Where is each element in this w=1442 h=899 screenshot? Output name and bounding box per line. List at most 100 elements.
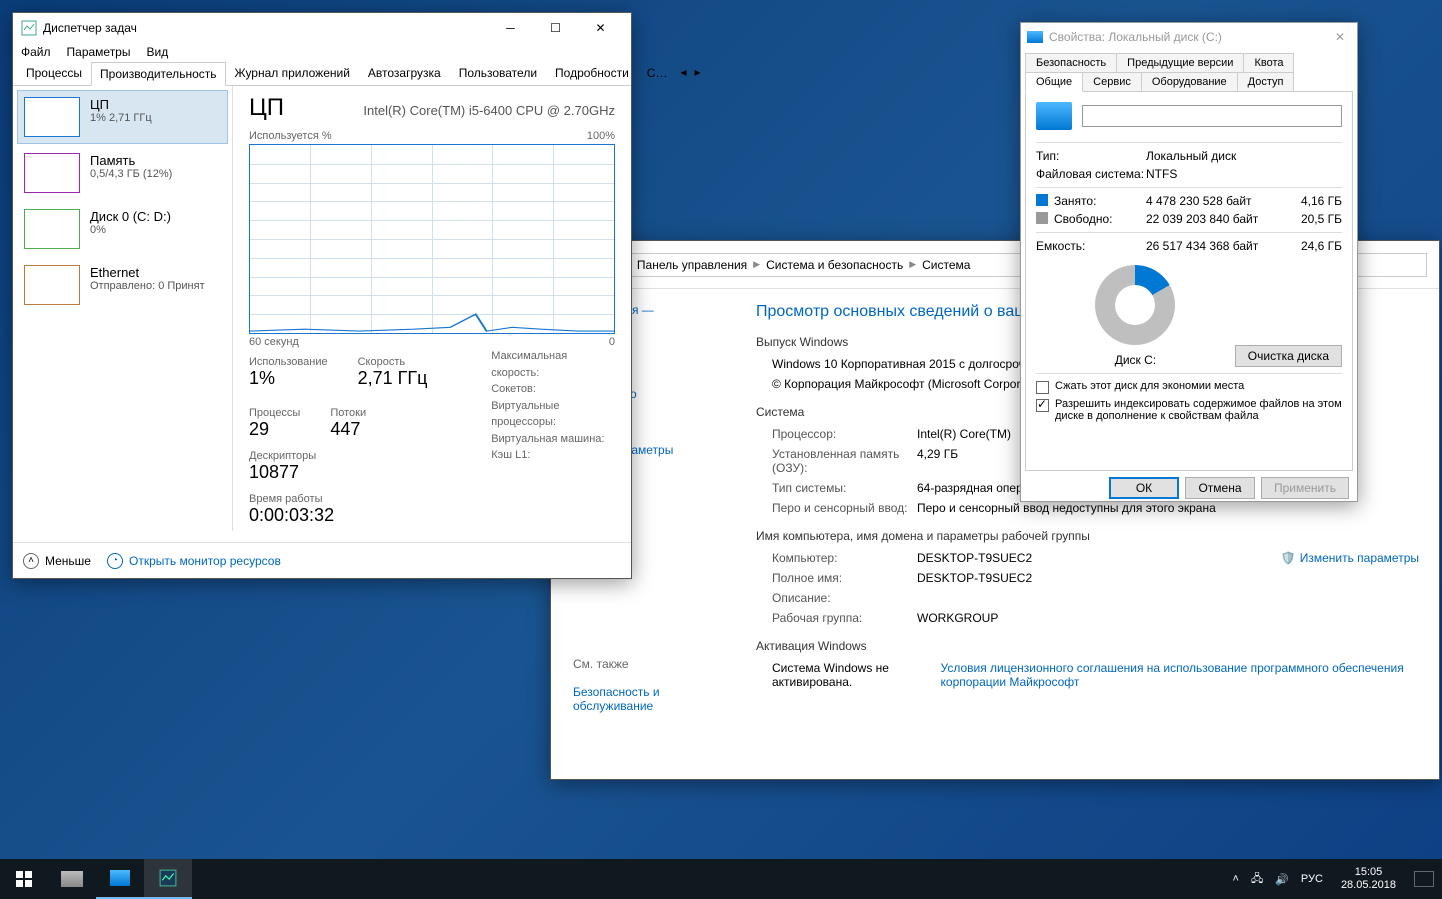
- sidebar-item-label: Диск 0 (C: D:): [90, 209, 221, 224]
- menubar: Файл Параметры Вид: [13, 43, 631, 61]
- field-value: Локальный диск: [1146, 149, 1342, 163]
- sidebar-item-label: ЦП: [90, 97, 221, 112]
- minimize-button[interactable]: ─: [488, 13, 533, 43]
- stat-label: Потоки: [330, 407, 366, 419]
- stat-label: Процессы: [249, 407, 300, 419]
- start-button[interactable]: [0, 859, 48, 899]
- field-value: WORKGROUP: [917, 611, 1419, 625]
- drive-label: Диск C:: [1036, 353, 1235, 367]
- sidebar-link[interactable]: Безопасность и обслуживание: [573, 685, 736, 713]
- network-icon[interactable]: 🖧: [1251, 870, 1263, 889]
- tab-processes[interactable]: Процессы: [17, 61, 91, 85]
- open-monitor-link[interactable]: ◔Открыть монитор ресурсов: [107, 553, 281, 569]
- sidebar-item-label: Память: [90, 153, 221, 168]
- tab-security[interactable]: Безопасность: [1025, 53, 1117, 73]
- tab-app-history[interactable]: Журнал приложений: [226, 61, 359, 85]
- close-button[interactable]: ✕: [578, 13, 623, 43]
- tab-services[interactable]: С…: [638, 61, 677, 85]
- cpu-side-stats: Максимальная скорость: Сокетов: Виртуаль…: [491, 348, 615, 536]
- sidebar-item-sub: 1% 2,71 ГГц: [90, 112, 221, 124]
- free-color-icon: [1036, 212, 1048, 224]
- fewer-details-link[interactable]: ˄Меньше: [23, 553, 91, 569]
- menu-file[interactable]: Файл: [21, 45, 51, 59]
- field-value: 4,16 ГБ: [1290, 194, 1342, 208]
- breadcrumb-item[interactable]: Система и безопасность: [766, 258, 903, 272]
- tab-scroll-right[interactable]: ▸: [691, 61, 705, 85]
- taskbar-app-system[interactable]: [96, 859, 144, 899]
- field-label: Занято:: [1054, 194, 1146, 208]
- tabbar: Безопасность Предыдущие версии Квота: [1021, 51, 1357, 72]
- tab-performance[interactable]: Производительность: [91, 62, 225, 86]
- tab-previous[interactable]: Предыдущие версии: [1116, 53, 1244, 73]
- ethernet-thumb-icon: [24, 265, 80, 305]
- drive-icon: [1027, 31, 1043, 43]
- section-heading: Имя компьютера, имя домена и параметры р…: [756, 529, 1419, 543]
- breadcrumb-item[interactable]: Система: [922, 258, 970, 272]
- performance-sidebar: ЦП1% 2,71 ГГц Память0,5/4,3 ГБ (12%) Дис…: [13, 86, 233, 531]
- window-title: Свойства: Локальный диск (C:): [1049, 30, 1329, 44]
- tab-sharing[interactable]: Доступ: [1237, 72, 1295, 92]
- menu-view[interactable]: Вид: [146, 45, 168, 59]
- field-label: Перо и сенсорный ввод:: [772, 501, 917, 515]
- system-tray: ˄ 🖧 🔊 РУС 15:05 28.05.2018: [1233, 866, 1442, 892]
- disk-cleanup-button[interactable]: Очистка диска: [1235, 345, 1342, 367]
- sidebar-item-sub: 0,5/4,3 ГБ (12%): [90, 168, 221, 180]
- ok-button[interactable]: ОК: [1109, 477, 1179, 499]
- clock-date: 28.05.2018: [1341, 879, 1396, 892]
- sidebar-item-disk[interactable]: Диск 0 (C: D:)0%: [17, 202, 228, 256]
- sidebar-item-sub: 0%: [90, 224, 221, 236]
- sidebar-item-sub: Отправлено: 0 Принят: [90, 280, 221, 292]
- clock[interactable]: 15:05 28.05.2018: [1335, 866, 1402, 892]
- stat-value: 0:00:03:32: [249, 505, 441, 526]
- tabbar: Процессы Производительность Журнал прило…: [13, 61, 631, 86]
- apply-button[interactable]: Применить: [1261, 477, 1349, 499]
- field-label: Процессор:: [772, 427, 917, 441]
- change-settings-link[interactable]: 🛡️ Изменить параметры: [1281, 551, 1419, 565]
- tab-quota[interactable]: Квота: [1243, 53, 1294, 73]
- sidebar-item-memory[interactable]: Память0,5/4,3 ГБ (12%): [17, 146, 228, 200]
- close-button[interactable]: ✕: [1329, 30, 1351, 44]
- volume-label-input[interactable]: [1082, 105, 1342, 127]
- tab-scroll-left[interactable]: ◂: [676, 61, 690, 85]
- cancel-button[interactable]: Отмена: [1185, 477, 1255, 499]
- performance-main: ЦП Intel(R) Core(TM) i5-6400 CPU @ 2.70G…: [233, 86, 631, 531]
- tab-startup[interactable]: Автозагрузка: [359, 61, 450, 85]
- tab-general[interactable]: Общие: [1025, 72, 1083, 92]
- stat-label: Использование: [249, 356, 328, 368]
- stat-value: 447: [330, 419, 366, 440]
- cpu-graph[interactable]: [249, 144, 615, 334]
- maximize-button[interactable]: ☐: [533, 13, 578, 43]
- tab-hardware[interactable]: Оборудование: [1141, 72, 1238, 92]
- stat-value: 1%: [249, 368, 328, 389]
- tab-details[interactable]: Подробности: [546, 61, 638, 85]
- menu-options[interactable]: Параметры: [67, 45, 131, 59]
- tab-tools[interactable]: Сервис: [1082, 72, 1142, 92]
- license-link[interactable]: Условия лицензионного соглашения на испо…: [941, 661, 1419, 689]
- sidebar-item-cpu[interactable]: ЦП1% 2,71 ГГц: [17, 90, 228, 144]
- breadcrumb-item[interactable]: Панель управления: [637, 258, 747, 272]
- titlebar[interactable]: Диспетчер задач ─ ☐ ✕: [13, 13, 631, 43]
- field-label: Файловая система:: [1036, 167, 1146, 181]
- action-center-icon[interactable]: [1414, 871, 1434, 887]
- language-indicator[interactable]: РУС: [1301, 873, 1323, 885]
- taskbar-app-taskmgr[interactable]: [144, 859, 192, 899]
- field-value: 24,6 ГБ: [1290, 239, 1342, 253]
- tab-users[interactable]: Пользователи: [450, 61, 546, 85]
- field-value: 4 478 230 528 байт: [1146, 194, 1290, 208]
- tray-chevron-icon[interactable]: ˄: [1233, 873, 1239, 885]
- disk-general-panel: Тип:Локальный диск Файловая система:NTFS…: [1025, 91, 1353, 471]
- index-checkbox-row[interactable]: Разрешить индексировать содержимое файло…: [1036, 398, 1342, 422]
- titlebar[interactable]: Свойства: Локальный диск (C:) ✕: [1021, 23, 1357, 51]
- drive-icon: [1036, 102, 1072, 130]
- taskbar-app-explorer[interactable]: [48, 859, 96, 899]
- stat-label: Дескрипторы: [249, 450, 316, 462]
- field-label: Рабочая группа:: [772, 611, 917, 625]
- volume-icon[interactable]: 🔊: [1275, 873, 1289, 886]
- windows-icon: [16, 871, 32, 887]
- compress-checkbox-row[interactable]: Сжать этот диск для экономии места: [1036, 380, 1342, 394]
- task-manager-window: Диспетчер задач ─ ☐ ✕ Файл Параметры Вид…: [12, 12, 632, 579]
- field-label: Полное имя:: [772, 571, 917, 585]
- sidebar-item-ethernet[interactable]: EthernetОтправлено: 0 Принят: [17, 258, 228, 312]
- field-value: DESKTOP-T9SUEC2: [917, 571, 1419, 585]
- drive-icon: [61, 871, 83, 887]
